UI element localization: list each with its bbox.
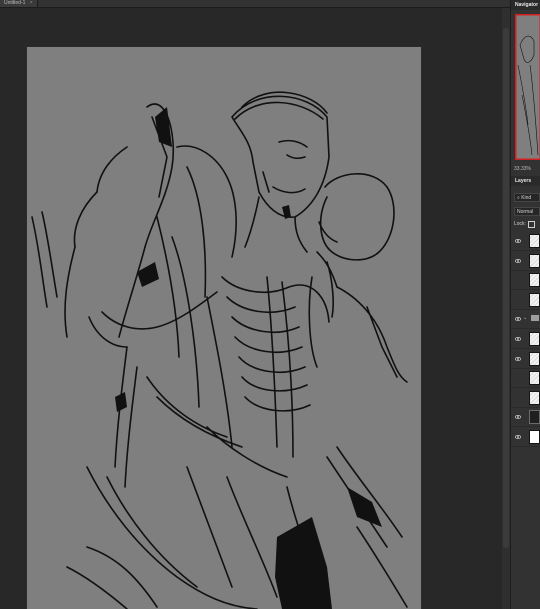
- document-tab[interactable]: Untitled-1 ×: [0, 0, 38, 7]
- layer-row[interactable]: [511, 428, 540, 447]
- scrollbar-thumb[interactable]: [503, 28, 509, 548]
- lock-row: Lock:: [514, 220, 535, 228]
- layer-row[interactable]: [511, 330, 540, 349]
- sketch-artwork: [31, 91, 408, 609]
- layer-row[interactable]: [511, 408, 540, 428]
- zoom-level: 33.33%: [514, 166, 531, 172]
- navigator-thumbnail: [516, 15, 540, 159]
- eye-icon[interactable]: [514, 336, 522, 342]
- document-tab-bar: Untitled-1 ×: [0, 0, 510, 8]
- layers-panel-header[interactable]: Layers: [511, 176, 540, 186]
- lock-label: Lock:: [514, 221, 526, 227]
- navigator-panel-header[interactable]: Navigator: [511, 0, 540, 10]
- layer-thumbnail: [529, 234, 540, 248]
- layer-thumbnail: [529, 430, 540, 444]
- search-icon: ⌕: [517, 195, 520, 201]
- eye-icon[interactable]: [515, 297, 521, 303]
- layer-row[interactable]: [511, 369, 540, 389]
- layer-row[interactable]: [511, 252, 540, 271]
- layer-thumbnail: [529, 351, 540, 366]
- document-tab-label: Untitled-1: [4, 0, 26, 6]
- vertical-scrollbar[interactable]: [502, 8, 510, 609]
- drawing-canvas[interactable]: [27, 47, 421, 609]
- eye-icon[interactable]: [515, 277, 521, 283]
- eye-icon[interactable]: [514, 316, 522, 322]
- layer-row[interactable]: [511, 232, 540, 251]
- lock-transparency-icon[interactable]: [527, 220, 535, 228]
- layer-thumbnail: [529, 273, 540, 288]
- eye-icon[interactable]: [514, 414, 522, 420]
- eye-icon[interactable]: [514, 434, 522, 440]
- blend-mode-select[interactable]: Normal: [514, 207, 540, 216]
- layer-row[interactable]: [511, 350, 540, 369]
- canvas-workspace[interactable]: [0, 8, 510, 609]
- layer-row[interactable]: [511, 389, 540, 408]
- layer-thumbnail: [529, 292, 540, 307]
- layer-row[interactable]: ⌄: [511, 310, 540, 330]
- eye-icon[interactable]: [514, 258, 522, 264]
- layer-row[interactable]: [511, 271, 540, 291]
- layer-filter-kind[interactable]: ⌕ Kind: [514, 193, 540, 202]
- layer-thumbnail: [529, 253, 540, 268]
- eye-icon[interactable]: [515, 375, 521, 381]
- layer-thumbnail: [529, 390, 540, 405]
- layer-thumbnail: [529, 371, 540, 386]
- folder-icon: [531, 315, 539, 322]
- close-icon[interactable]: ×: [30, 0, 33, 6]
- chevron-down-icon[interactable]: ⌄: [523, 315, 527, 321]
- layer-filter-label: Kind: [521, 195, 532, 201]
- eye-icon[interactable]: [514, 238, 522, 244]
- layer-thumbnail: [529, 332, 540, 346]
- panel-dock: Navigator 33.33% Layers ⌕ Kind Normal Lo…: [510, 0, 540, 609]
- layer-thumbnail: [529, 410, 540, 425]
- navigator-preview[interactable]: [515, 14, 540, 160]
- eye-icon[interactable]: [514, 356, 522, 362]
- eye-icon[interactable]: [515, 395, 521, 401]
- layer-row[interactable]: [511, 291, 540, 310]
